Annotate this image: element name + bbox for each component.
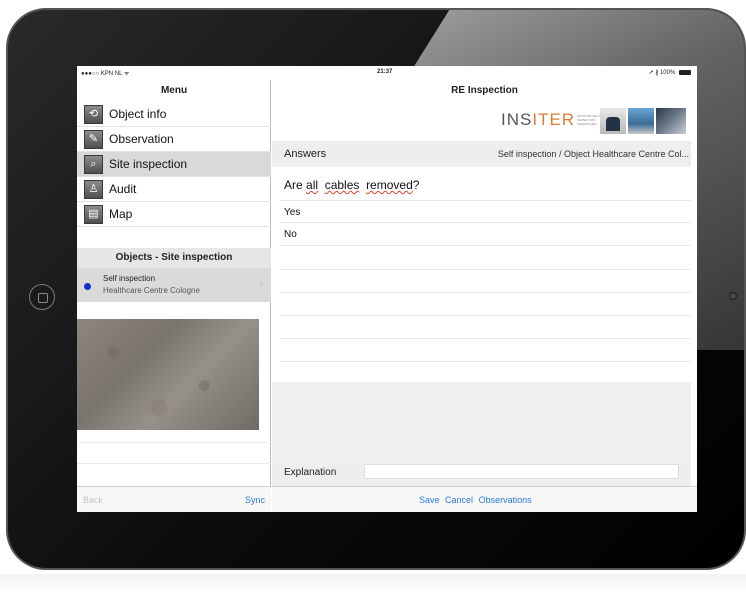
object-title: Self inspection — [103, 274, 156, 283]
status-bar: ●●●○○ KPN NL ᯤ 21:37 ➚ ∦ 100% — [77, 66, 697, 80]
objects-section-header: Objects - Site inspection — [77, 248, 271, 268]
answers-header: Answers Self inspection / Object Healthc… — [272, 141, 691, 167]
menu-item-map[interactable]: ▤ Map — [77, 202, 271, 227]
menu-item-label: Object info — [109, 107, 167, 121]
logo-tagline: INTUITIVE SELF-INSPECTION TECHNIQUES — [577, 114, 601, 126]
menu-item-observation[interactable]: ✎ Observation — [77, 127, 271, 152]
menu-item-site-inspection[interactable]: ⌕ Site inspection — [77, 152, 271, 177]
answer-label: No — [284, 229, 297, 240]
app-screen: ●●●○○ KPN NL ᯤ 21:37 ➚ ∦ 100% Menu ⟲ Obj… — [77, 66, 697, 512]
map-icon: ▤ — [84, 205, 103, 224]
explanation-label: Explanation — [284, 467, 337, 478]
car-photo-icon — [656, 108, 686, 134]
cancel-button[interactable]: Cancel — [445, 495, 473, 505]
pencil-icon: ✎ — [84, 130, 103, 149]
battery-label: ➚ ∦ 100% — [648, 70, 676, 76]
question-word: all — [306, 178, 319, 192]
empty-row-divider — [280, 269, 691, 270]
logo-wordmark: INSITER — [501, 110, 576, 129]
insiter-logo: INSITER INTUITIVE SELF-INSPECTION TECHNI… — [501, 106, 691, 136]
object-subtitle: Healthcare Centre Cologne — [103, 286, 200, 295]
breadcrumb: Self inspection / Object Healthcare Cent… — [497, 149, 689, 159]
front-camera — [729, 292, 737, 300]
sync-button[interactable]: Sync — [245, 495, 265, 505]
master-pane: Menu ⟲ Object info ✎ Observation ⌕ Site … — [77, 80, 271, 512]
observations-button[interactable]: Observations — [479, 495, 532, 505]
empty-row-divider — [280, 338, 691, 339]
answer-option-no[interactable]: No — [280, 223, 691, 246]
question-text: Are all cables removed? — [284, 178, 419, 192]
battery-icon — [679, 69, 691, 75]
answers-label: Answers — [284, 148, 327, 160]
empty-row-divider — [280, 292, 691, 293]
detail-toolbar: Save Cancel Observations — [272, 486, 697, 512]
explanation-row: Explanation — [272, 458, 691, 486]
blank-area — [272, 382, 691, 458]
detail-pane: RE Inspection INSITER INTUITIVE SELF-INS… — [272, 80, 697, 512]
carrier-label: ●●●○○ KPN NL ᯤ — [81, 71, 130, 77]
menu-item-label: Audit — [109, 182, 137, 196]
inspection-photo[interactable] — [77, 319, 259, 430]
empty-row-divider — [280, 361, 691, 362]
people-photo-icon — [600, 108, 626, 134]
menu-item-label: Observation — [109, 132, 174, 146]
device-reflection — [0, 574, 746, 594]
ipad-frame: ●●●○○ KPN NL ᯤ 21:37 ➚ ∦ 100% Menu ⟲ Obj… — [6, 8, 746, 570]
question-suffix: ? — [412, 178, 420, 192]
answer-label: Yes — [284, 207, 301, 218]
explanation-input[interactable] — [364, 464, 679, 479]
question-word: cables — [324, 178, 360, 192]
menu-item-label: Site inspection — [109, 157, 188, 171]
menu-item-audit[interactable]: ♙ Audit — [77, 177, 271, 202]
object-list-item[interactable]: Self inspection Healthcare Centre Cologn… — [77, 268, 271, 302]
empty-row-divider — [280, 315, 691, 316]
question-word: removed — [366, 178, 413, 192]
menu-item-object-info[interactable]: ⟲ Object info — [77, 102, 271, 127]
battery-status: ➚ ∦ 100% — [649, 69, 691, 76]
menu-title: Menu — [160, 85, 188, 96]
magnifier-icon: ⌕ — [84, 155, 103, 174]
status-dot-icon — [84, 283, 91, 290]
building-photo-icon — [628, 108, 654, 134]
menu-item-label: Map — [109, 207, 133, 221]
master-toolbar: Back Sync — [77, 486, 271, 512]
detail-title: RE Inspection — [451, 85, 518, 96]
clock: 21:37 — [377, 69, 393, 75]
save-button[interactable]: Save — [419, 495, 440, 505]
home-button[interactable] — [29, 284, 55, 310]
answer-option-yes[interactable]: Yes — [280, 200, 691, 223]
object-info-icon: ⟲ — [84, 105, 103, 124]
question-prefix: Are — [284, 178, 307, 192]
back-button[interactable]: Back — [83, 495, 103, 505]
chevron-right-icon: › — [259, 279, 263, 290]
audit-icon: ♙ — [84, 180, 103, 199]
